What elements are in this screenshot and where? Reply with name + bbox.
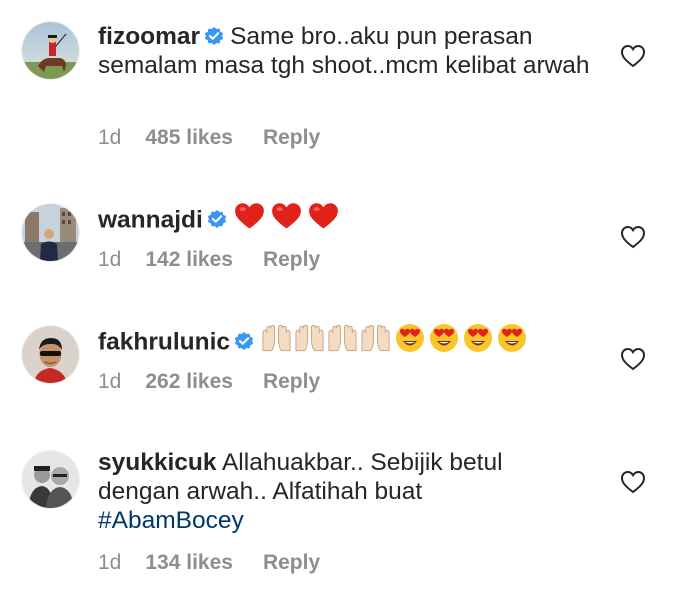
raising-hands-icon	[260, 323, 293, 363]
like-button[interactable]	[620, 347, 646, 371]
red-heart-icon	[233, 201, 266, 241]
avatar[interactable]	[22, 22, 79, 79]
comment-text: fakhrulunic	[98, 323, 618, 363]
raising-hands-icon	[293, 323, 326, 363]
heart-outline-icon	[620, 44, 646, 68]
red-heart-icon	[270, 201, 303, 241]
comment-meta: 1d 485 likes Reply	[98, 126, 320, 150]
emoji-row	[260, 323, 527, 363]
reply-button[interactable]: Reply	[263, 126, 320, 150]
comment-text: fizoomar Same bro..aku pun perasan semala…	[98, 22, 598, 80]
avatar[interactable]	[22, 451, 79, 508]
heart-outline-icon	[620, 225, 646, 249]
raising-hands-icon	[359, 323, 392, 363]
comment-body-line-2: dengan arwah.. Alfatihah buat	[98, 478, 423, 505]
comment-meta: 1d 142 likes Reply	[98, 248, 320, 272]
reply-button[interactable]: Reply	[263, 370, 320, 394]
comment-text: wannajdi	[98, 201, 598, 241]
comment-body: Allahuakbar.. Sebijik betul	[221, 449, 503, 476]
username[interactable]: wannajdi	[98, 206, 203, 233]
username[interactable]: syukkicuk	[98, 449, 217, 476]
timestamp: 1d	[98, 126, 122, 149]
avatar[interactable]	[22, 204, 79, 261]
likes-count[interactable]: 134 likes	[145, 551, 233, 575]
likes-count[interactable]: 142 likes	[145, 248, 233, 272]
red-heart-icon	[307, 201, 340, 241]
timestamp: 1d	[98, 248, 122, 271]
timestamp: 1d	[98, 370, 122, 393]
reply-button[interactable]: Reply	[263, 248, 320, 272]
likes-count[interactable]: 485 likes	[145, 126, 233, 150]
verified-badge-icon	[203, 25, 225, 47]
heart-eyes-icon	[497, 323, 527, 363]
username[interactable]: fizoomar	[98, 23, 200, 50]
heart-outline-icon	[620, 347, 646, 371]
heart-eyes-icon	[395, 323, 425, 363]
heart-eyes-icon	[463, 323, 493, 363]
timestamp: 1d	[98, 551, 122, 574]
raising-hands-icon	[326, 323, 359, 363]
like-button[interactable]	[620, 225, 646, 249]
username[interactable]: fakhrulunic	[98, 328, 230, 355]
comment-text: syukkicuk Allahuakbar.. Sebijik betul den…	[98, 448, 598, 535]
heart-eyes-icon	[429, 323, 459, 363]
reply-button[interactable]: Reply	[263, 551, 320, 575]
heart-outline-icon	[620, 470, 646, 494]
like-button[interactable]	[620, 44, 646, 68]
hashtag-link[interactable]: #AbamBocey	[98, 507, 244, 534]
comment-meta: 1d 262 likes Reply	[98, 370, 320, 394]
like-button[interactable]	[620, 470, 646, 494]
avatar[interactable]	[22, 326, 79, 383]
verified-badge-icon	[233, 330, 255, 352]
emoji-row	[233, 201, 340, 241]
verified-badge-icon	[206, 208, 228, 230]
comment-meta: 1d 134 likes Reply	[98, 551, 320, 575]
likes-count[interactable]: 262 likes	[145, 370, 233, 394]
